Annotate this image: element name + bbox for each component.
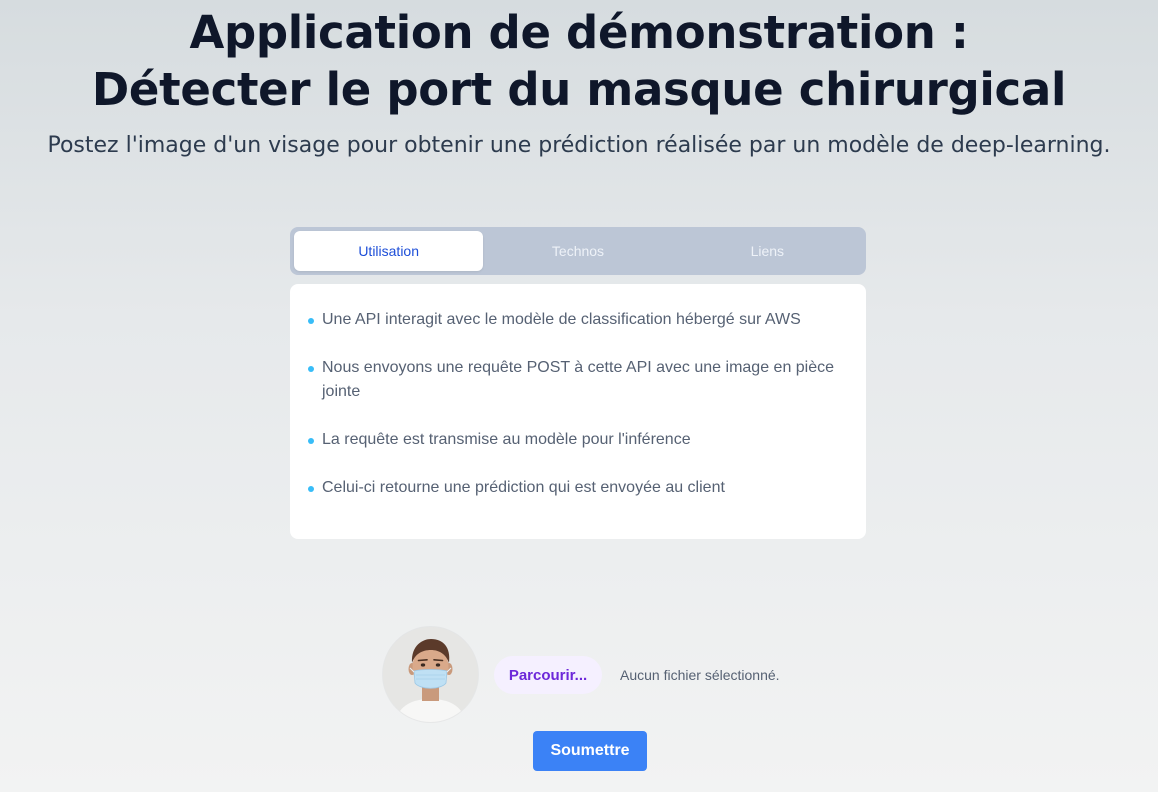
bullet-dot-icon <box>308 438 314 444</box>
list-item-text: Nous envoyons une requête POST à cette A… <box>322 359 835 400</box>
title-line-1: Application de démonstration : <box>189 6 969 59</box>
file-status-text: Aucun fichier sélectionné. <box>620 667 780 683</box>
bullet-dot-icon <box>308 486 314 492</box>
masked-face-illustration <box>383 627 478 722</box>
list-item: Nous envoyons une requête POST à cette A… <box>308 356 846 404</box>
bullet-dot-icon <box>308 318 314 324</box>
masked-face-avatar-icon <box>383 627 478 722</box>
title-line-2: Détecter le port du masque chirurgical <box>91 63 1067 116</box>
page-title: Application de démonstration : Détecter … <box>0 4 1158 118</box>
tab-bar: Utilisation Technos Liens <box>290 227 866 275</box>
tab-liens[interactable]: Liens <box>673 231 862 271</box>
list-item-text: Celui-ci retourne une prédiction qui est… <box>322 479 725 496</box>
list-item-text: Une API interagit avec le modèle de clas… <box>322 311 801 328</box>
submit-button[interactable]: Soumettre <box>533 731 647 771</box>
list-item: Une API interagit avec le modèle de clas… <box>308 308 846 332</box>
bullet-dot-icon <box>308 366 314 372</box>
usage-list: Une API interagit avec le modèle de clas… <box>308 308 846 500</box>
tab-panel-utilisation: Une API interagit avec le modèle de clas… <box>290 284 866 539</box>
tab-technos[interactable]: Technos <box>483 231 672 271</box>
list-item: Celui-ci retourne une prédiction qui est… <box>308 476 846 500</box>
list-item: La requête est transmise au modèle pour … <box>308 428 846 452</box>
list-item-text: La requête est transmise au modèle pour … <box>322 431 691 448</box>
page-subtitle: Postez l'image d'un visage pour obtenir … <box>47 133 1111 158</box>
browse-file-button[interactable]: Parcourir... <box>494 656 602 694</box>
tab-utilisation[interactable]: Utilisation <box>294 231 484 271</box>
